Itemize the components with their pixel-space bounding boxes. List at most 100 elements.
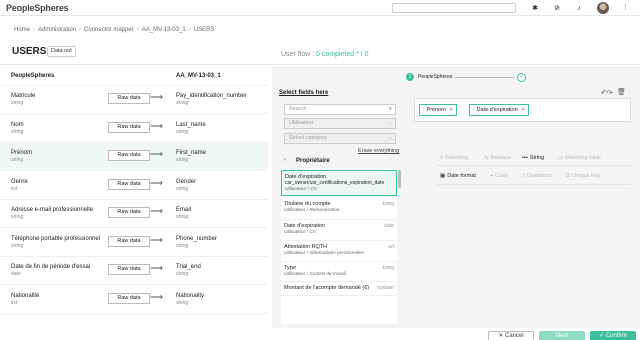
source-field-type: list bbox=[11, 185, 18, 192]
mapping-panel: PeopleSpheres AA_MV-13-03_1 Matricule str… bbox=[0, 66, 268, 334]
breadcrumb-home[interactable]: Home bbox=[14, 27, 30, 33]
target-field-label: Email bbox=[176, 207, 192, 213]
mapping-row[interactable]: Téléphone portable professionnel string Ra… bbox=[0, 229, 268, 257]
data-out-badge[interactable]: Data out bbox=[47, 46, 76, 57]
unique-key-button[interactable]: ⚿ Unique Key bbox=[566, 173, 601, 180]
target-field-type: string bbox=[176, 185, 189, 192]
target-field-label: Phone_number bbox=[176, 235, 218, 242]
date-format-button[interactable]: ▦ Date format bbox=[440, 173, 476, 179]
raw-data-button[interactable]: Raw data bbox=[108, 292, 150, 304]
confirm-button[interactable]: ✓ Confirm bbox=[590, 331, 636, 340]
property-name: Type bbox=[284, 265, 296, 271]
property-name: Montant de l'acompte demandé (€) bbox=[284, 285, 370, 291]
mapping-row[interactable]: Matricule string Raw data ⟶ Pay_identificati… bbox=[0, 86, 268, 114]
property-name: Titulaire du compte bbox=[284, 201, 331, 207]
mapping-row[interactable]: Prénom string Raw data ⟶ First_name string bbox=[0, 143, 268, 171]
mapping-row[interactable]: Nationalité list Raw data ⟶ Nationality strin… bbox=[0, 286, 268, 314]
property-type: date bbox=[384, 223, 394, 229]
mapping-row[interactable]: Nom string Raw data ⟶ Last_name string bbox=[0, 115, 268, 143]
step-complete-check-icon[interactable]: ✓ bbox=[517, 73, 526, 82]
target-field-type: string bbox=[176, 214, 189, 220]
string-button[interactable]: ••• String bbox=[522, 155, 544, 161]
global-search-input[interactable] bbox=[392, 3, 516, 13]
property-item[interactable]: Titulaire du compte Utilisateur / Rémuné… bbox=[281, 198, 397, 220]
raw-data-button[interactable]: Raw data bbox=[108, 207, 150, 218]
source-field-label: Téléphone portable professionnel bbox=[11, 235, 101, 242]
top-bar: PeopleSpheres ✱ ⊘ ♪ ⋮ bbox=[0, 0, 640, 16]
property-type: url bbox=[388, 244, 394, 250]
next-button[interactable]: Next bbox=[539, 331, 585, 340]
erase-everything-link[interactable]: Erase everything bbox=[358, 148, 399, 154]
breadcrumb-connector[interactable]: AA_MV-13-03_1 bbox=[142, 27, 186, 33]
notifications-off-icon[interactable]: ⊘ bbox=[552, 3, 562, 13]
chevron-down-icon: ⌄ bbox=[387, 135, 392, 141]
source-field-label: Prénom bbox=[11, 150, 33, 156]
calendar-icon: ▦ bbox=[440, 173, 446, 179]
formula-box[interactable]: ⁞ Prénom × ⁞ Date d'expiration × bbox=[414, 98, 631, 122]
replace-button[interactable]: ⇆ Replace bbox=[484, 155, 511, 161]
property-section-header[interactable]: ‹ Propriétaire bbox=[281, 155, 397, 168]
property-list-scrollbar[interactable] bbox=[398, 170, 401, 188]
step-number-badge: 1 bbox=[406, 73, 414, 81]
substring-icon: ≡ bbox=[440, 155, 444, 161]
case-button[interactable]: ⌖ Case bbox=[490, 173, 508, 180]
category-select-placeholder: Select category bbox=[289, 135, 327, 141]
property-path: car_owner/usr_certifications_expiration_… bbox=[285, 180, 385, 186]
operators-button[interactable]: ± Operators bbox=[522, 173, 552, 179]
substring-button[interactable]: ≡ Substring bbox=[440, 155, 468, 161]
entity-select[interactable]: Utilisateur ⌄ bbox=[284, 118, 396, 129]
field-search-input[interactable]: Search ⌕ bbox=[284, 104, 396, 115]
user-flow-label: User flow : bbox=[281, 51, 317, 58]
matching-table-label: Matching table bbox=[565, 155, 601, 161]
source-field-type: string bbox=[11, 157, 24, 163]
raw-data-button[interactable]: Raw data bbox=[108, 264, 150, 275]
close-icon[interactable]: × bbox=[518, 107, 528, 113]
trash-icon[interactable]: 🗑 bbox=[617, 88, 626, 96]
user-flow-status: User flow : 0 completed * / 0 bbox=[281, 51, 369, 58]
breadcrumb-separator: › bbox=[136, 27, 139, 33]
more-menu-icon[interactable]: ⋮ bbox=[622, 3, 629, 11]
source-field-type: string bbox=[11, 100, 24, 106]
raw-data-button[interactable]: Raw data bbox=[108, 235, 150, 247]
avatar[interactable] bbox=[597, 2, 609, 14]
breadcrumb-current: USERS bbox=[193, 27, 215, 33]
undo-redo-icon[interactable]: ↶↷ bbox=[601, 89, 613, 97]
operators-icon: ± bbox=[522, 173, 526, 179]
formula-chip[interactable]: ⁞ Prénom × bbox=[419, 104, 458, 116]
formula-chip[interactable]: ⁞ Date d'expiration × bbox=[469, 104, 529, 116]
breadcrumb-connector-mapper[interactable]: Connector mapper bbox=[84, 27, 134, 33]
raw-data-button[interactable]: Raw data bbox=[108, 121, 150, 133]
property-item[interactable]: Attestation RQTH Utilisateur / Informati… bbox=[281, 241, 397, 262]
settings-icon[interactable]: ✱ bbox=[530, 3, 540, 13]
source-field-label: Date de fin de période d'essai bbox=[11, 264, 91, 270]
source-field-type: string bbox=[11, 214, 24, 220]
cancel-button[interactable]: ✕ Cancel bbox=[488, 331, 534, 340]
breadcrumb-administration[interactable]: Administration bbox=[38, 27, 76, 33]
raw-data-button[interactable]: Raw data bbox=[108, 178, 150, 190]
property-type: string bbox=[381, 201, 394, 207]
chevron-left-icon[interactable]: ‹ bbox=[284, 157, 286, 163]
step-connector-line bbox=[455, 77, 515, 78]
category-select[interactable]: Select category ⌄ bbox=[284, 133, 396, 144]
raw-data-button[interactable]: Raw data bbox=[108, 93, 150, 104]
app-logo[interactable]: PeopleSpheres bbox=[6, 3, 69, 13]
source-field-type: string bbox=[11, 242, 24, 249]
close-icon[interactable]: × bbox=[446, 107, 456, 113]
property-item[interactable]: Montant de l'acompte demandé (€) number bbox=[281, 282, 397, 296]
bell-icon[interactable]: ♪ bbox=[574, 3, 584, 13]
matching-table-button[interactable]: ▭ Matching table bbox=[558, 155, 601, 161]
property-name: Attestation RQTH bbox=[284, 244, 328, 250]
mapping-row[interactable]: Adresse e-mail professionnelle string Raw … bbox=[0, 200, 268, 228]
mapping-row[interactable]: Genre list Raw data ⟶ Gender string bbox=[0, 172, 268, 200]
property-path: Utilisateur / Contrat de travail bbox=[284, 272, 346, 277]
property-item-selected[interactable]: Date d'expiration car_owner/usr_certific… bbox=[281, 170, 397, 196]
source-field-type: list bbox=[11, 299, 18, 306]
substring-label: Substring bbox=[445, 155, 469, 161]
mapping-row[interactable]: Date de fin de période d'essai date Raw da… bbox=[0, 257, 268, 285]
raw-data-button[interactable]: Raw data bbox=[108, 150, 150, 161]
property-item[interactable]: Type Utilisateur / Contrat de travail st… bbox=[281, 262, 397, 282]
target-field-type: string bbox=[176, 128, 189, 135]
property-item[interactable]: Date d'expiration Utilisateur / CV date bbox=[281, 220, 397, 241]
source-field-label: Nationalité bbox=[11, 292, 40, 299]
entity-select-value: Utilisateur bbox=[289, 120, 314, 126]
